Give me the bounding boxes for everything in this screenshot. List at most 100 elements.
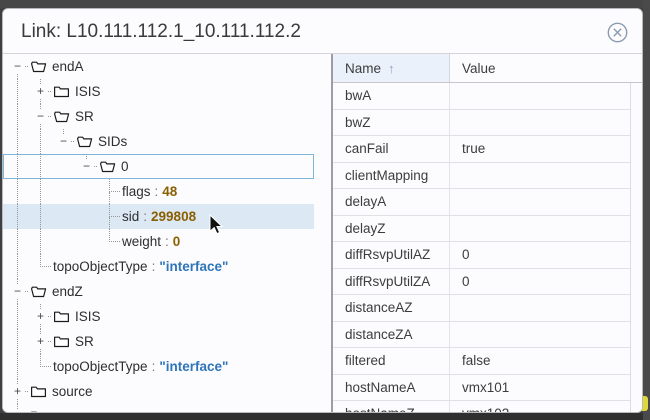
column-header-value[interactable]: Value [450,54,642,82]
tree-node-endZ[interactable]: − endZ [3,279,314,304]
folder-open-icon [76,134,93,149]
cell-name: distanceAZ [333,295,450,321]
tree-node-ISIS[interactable]: + ISIS [3,304,314,329]
collapse-icon[interactable]: − [11,285,24,298]
tree-node-label: endZ [52,284,83,299]
tree-node-topoObjectType[interactable]: topoObjectType : "interface" [3,254,314,279]
column-header-name[interactable]: Name ↑ [333,54,450,82]
tree-node-flags[interactable]: flags : 48 [3,179,314,204]
table-row-bwZ[interactable]: bwZ [333,110,630,137]
tree-node-0[interactable]: −0 [3,154,314,179]
key-value-separator: : [155,184,159,199]
tree-connector: − [7,279,30,304]
table-row-bwA[interactable]: bwA [333,83,630,110]
cell-value: vmx101 [450,375,630,401]
tree-guide [7,79,30,104]
cell-value [450,83,630,109]
tree-connector: + [30,79,53,104]
tree-guide [7,254,30,279]
expand-icon[interactable]: + [11,410,24,412]
cell-name: canFail [333,136,450,162]
table-row-diffRsvpUtilZA[interactable]: diffRsvpUtilZA0 [333,269,630,296]
folder-closed-icon [30,384,47,399]
cell-name: distanceZA [333,322,450,348]
tree-node-sid[interactable]: sid : 299808 [3,204,314,229]
table-row-canFail[interactable]: canFailtrue [333,136,630,163]
table-row-hostNameA[interactable]: hostNameAvmx101 [333,375,630,402]
screenshot-stage: Link: L10.111.112.1_10.111.112.2 −endA+I… [0,0,650,420]
cell-value [450,189,630,215]
tree-node-ISIS[interactable]: +ISIS [3,79,314,104]
tree-node-SR[interactable]: −SR [3,104,314,129]
table-row-distanceZA[interactable]: distanceZA [333,322,630,349]
folder-open-icon [99,159,116,174]
tree-node-target[interactable]: +target [3,404,314,412]
table-row-distanceAZ[interactable]: distanceAZ [333,295,630,322]
tree-connector: − [30,104,53,129]
tree-guide [53,204,76,229]
table-row-diffRsvpUtilAZ[interactable]: diffRsvpUtilAZ0 [333,242,630,269]
table-scrollbar-track[interactable] [630,83,642,412]
dialog-content: −endA+ISIS−SR−SIDs−0flags : 48sid : 2998… [3,54,642,412]
column-header-value-label: Value [462,61,496,76]
tree-node-SIDs[interactable]: − SIDs [3,129,314,154]
tree-node-label: topoObjectType [53,259,148,274]
cell-value [450,110,630,136]
tree-connector [30,254,53,279]
cell-name: hostNameA [333,375,450,401]
cell-name: diffRsvpUtilZA [333,269,450,295]
cell-name: delayZ [333,216,450,242]
tree-guide [76,204,99,229]
tree-node-topoObjectType[interactable]: topoObjectType : "interface" [3,354,314,379]
tree-guide-line [17,329,18,354]
expand-icon[interactable]: + [34,335,47,348]
tree-guide [76,229,99,254]
collapse-icon[interactable]: − [57,135,70,148]
cell-value: vmx102 [450,401,630,412]
tree-connector [99,204,122,229]
expand-icon[interactable]: + [34,310,47,323]
tree-node-weight[interactable]: weight : 0 [3,229,314,254]
tree-connector: − [53,129,76,154]
tree-node-label: weight [122,234,161,249]
table-row-hostNameZ[interactable]: hostNameZvmx102 [333,401,630,412]
tree-node-label: ISIS [75,309,101,324]
expand-icon[interactable]: + [34,85,47,98]
folder-open-icon [53,109,70,124]
cell-name: filtered [333,348,450,374]
tree-guide-line [17,254,18,279]
table-row-clientMapping[interactable]: clientMapping [333,163,630,190]
cell-name: delayA [333,189,450,215]
table-body: bwAbwZcanFailtrueclientMappingdelayAdela… [333,83,630,412]
tree-node-label: endA [52,59,84,74]
tree-guide-line [109,191,120,192]
tree-guide-line [17,204,18,229]
tree-guide-line [17,179,18,204]
cell-name: bwZ [333,110,450,136]
tree-node-endA[interactable]: − endA [3,54,314,79]
tree-scrollbar-track[interactable] [314,54,331,412]
key-value-separator: : [152,359,156,374]
tree-guide [53,179,76,204]
cell-value: false [450,348,630,374]
tree-connector [99,229,122,254]
tree-node-source[interactable]: +source [3,379,314,404]
collapse-icon[interactable]: − [34,110,47,123]
tree-guide [7,204,30,229]
tree-guide-line [40,229,41,254]
table-row-delayA[interactable]: delayA [333,189,630,216]
folder-closed-icon [53,84,70,99]
table-row-filtered[interactable]: filteredfalse [333,348,630,375]
tree-node-label: SIDs [98,134,127,149]
tree-node-SR[interactable]: +SR [3,329,314,354]
tree-guide [53,154,76,179]
expand-icon[interactable]: + [11,385,24,398]
collapse-icon[interactable]: − [80,160,93,173]
tree-node-value: 48 [162,184,177,199]
table-row-delayZ[interactable]: delayZ [333,216,630,243]
folder-open-icon [30,59,47,74]
collapse-icon[interactable]: − [11,60,24,73]
close-button[interactable] [607,22,628,43]
key-value-separator: : [143,209,147,224]
tree-guide-line [17,79,18,104]
